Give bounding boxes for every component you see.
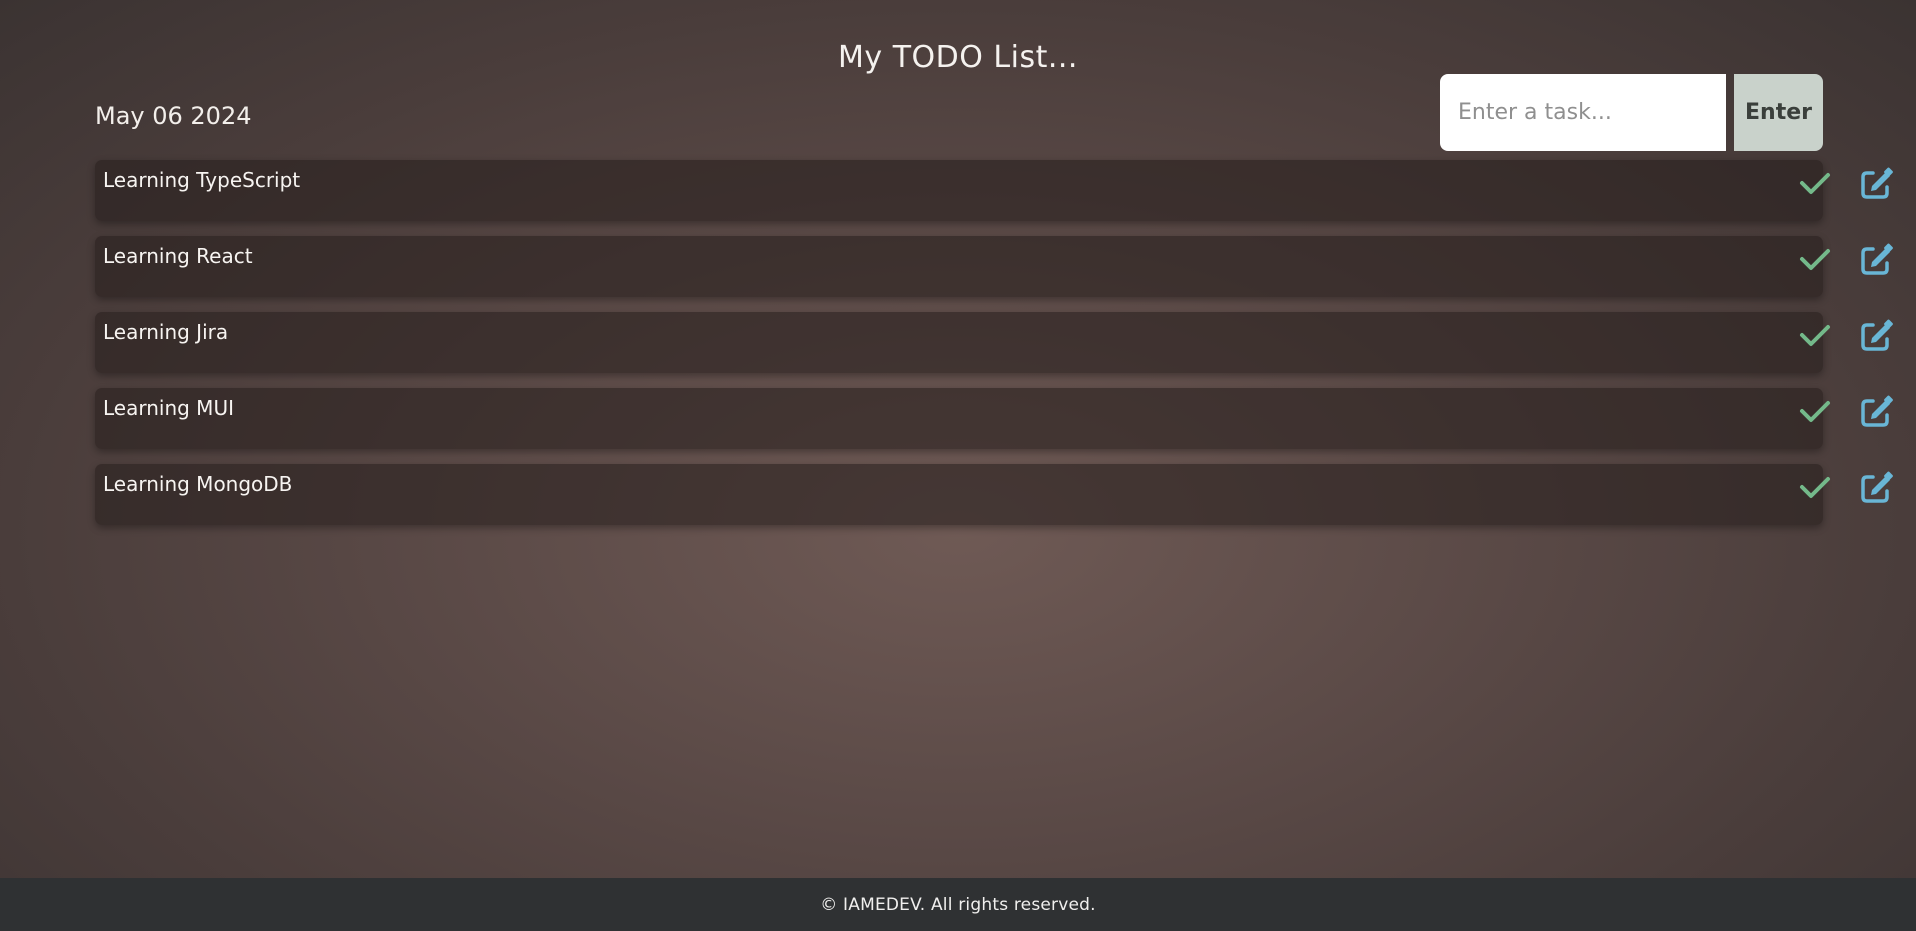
task-text: Learning MUI: [103, 396, 234, 420]
page-title: My TODO List...: [838, 40, 1078, 75]
edit-icon[interactable]: [1860, 166, 1894, 200]
task-text: Learning TypeScript: [103, 168, 301, 192]
current-date: May 06 2024: [95, 102, 252, 130]
check-icon[interactable]: [1798, 166, 1832, 200]
task-text: Learning Jira: [103, 320, 229, 344]
edit-icon[interactable]: [1860, 318, 1894, 352]
task-text: Learning MongoDB: [103, 472, 293, 496]
enter-button[interactable]: Enter: [1734, 74, 1823, 151]
edit-icon[interactable]: [1860, 394, 1894, 428]
check-icon[interactable]: [1798, 394, 1832, 428]
footer: © IAMEDEV. All rights reserved.: [0, 878, 1916, 931]
task-item: Learning MUI: [95, 388, 1893, 449]
check-icon[interactable]: [1798, 242, 1832, 276]
edit-icon[interactable]: [1860, 470, 1894, 504]
task-list: Learning TypeScript Learning React Learn…: [95, 160, 1893, 540]
task-item: Learning TypeScript: [95, 160, 1893, 221]
task-item: Learning MongoDB: [95, 464, 1893, 525]
edit-icon[interactable]: [1860, 242, 1894, 276]
footer-text: © IAMEDEV. All rights reserved.: [820, 894, 1096, 915]
task-item: Learning Jira: [95, 312, 1893, 373]
task-item: Learning React: [95, 236, 1893, 297]
task-form: Enter: [1440, 74, 1823, 151]
check-icon[interactable]: [1798, 318, 1832, 352]
task-text: Learning React: [103, 244, 253, 268]
check-icon[interactable]: [1798, 470, 1832, 504]
task-input[interactable]: [1440, 74, 1726, 151]
